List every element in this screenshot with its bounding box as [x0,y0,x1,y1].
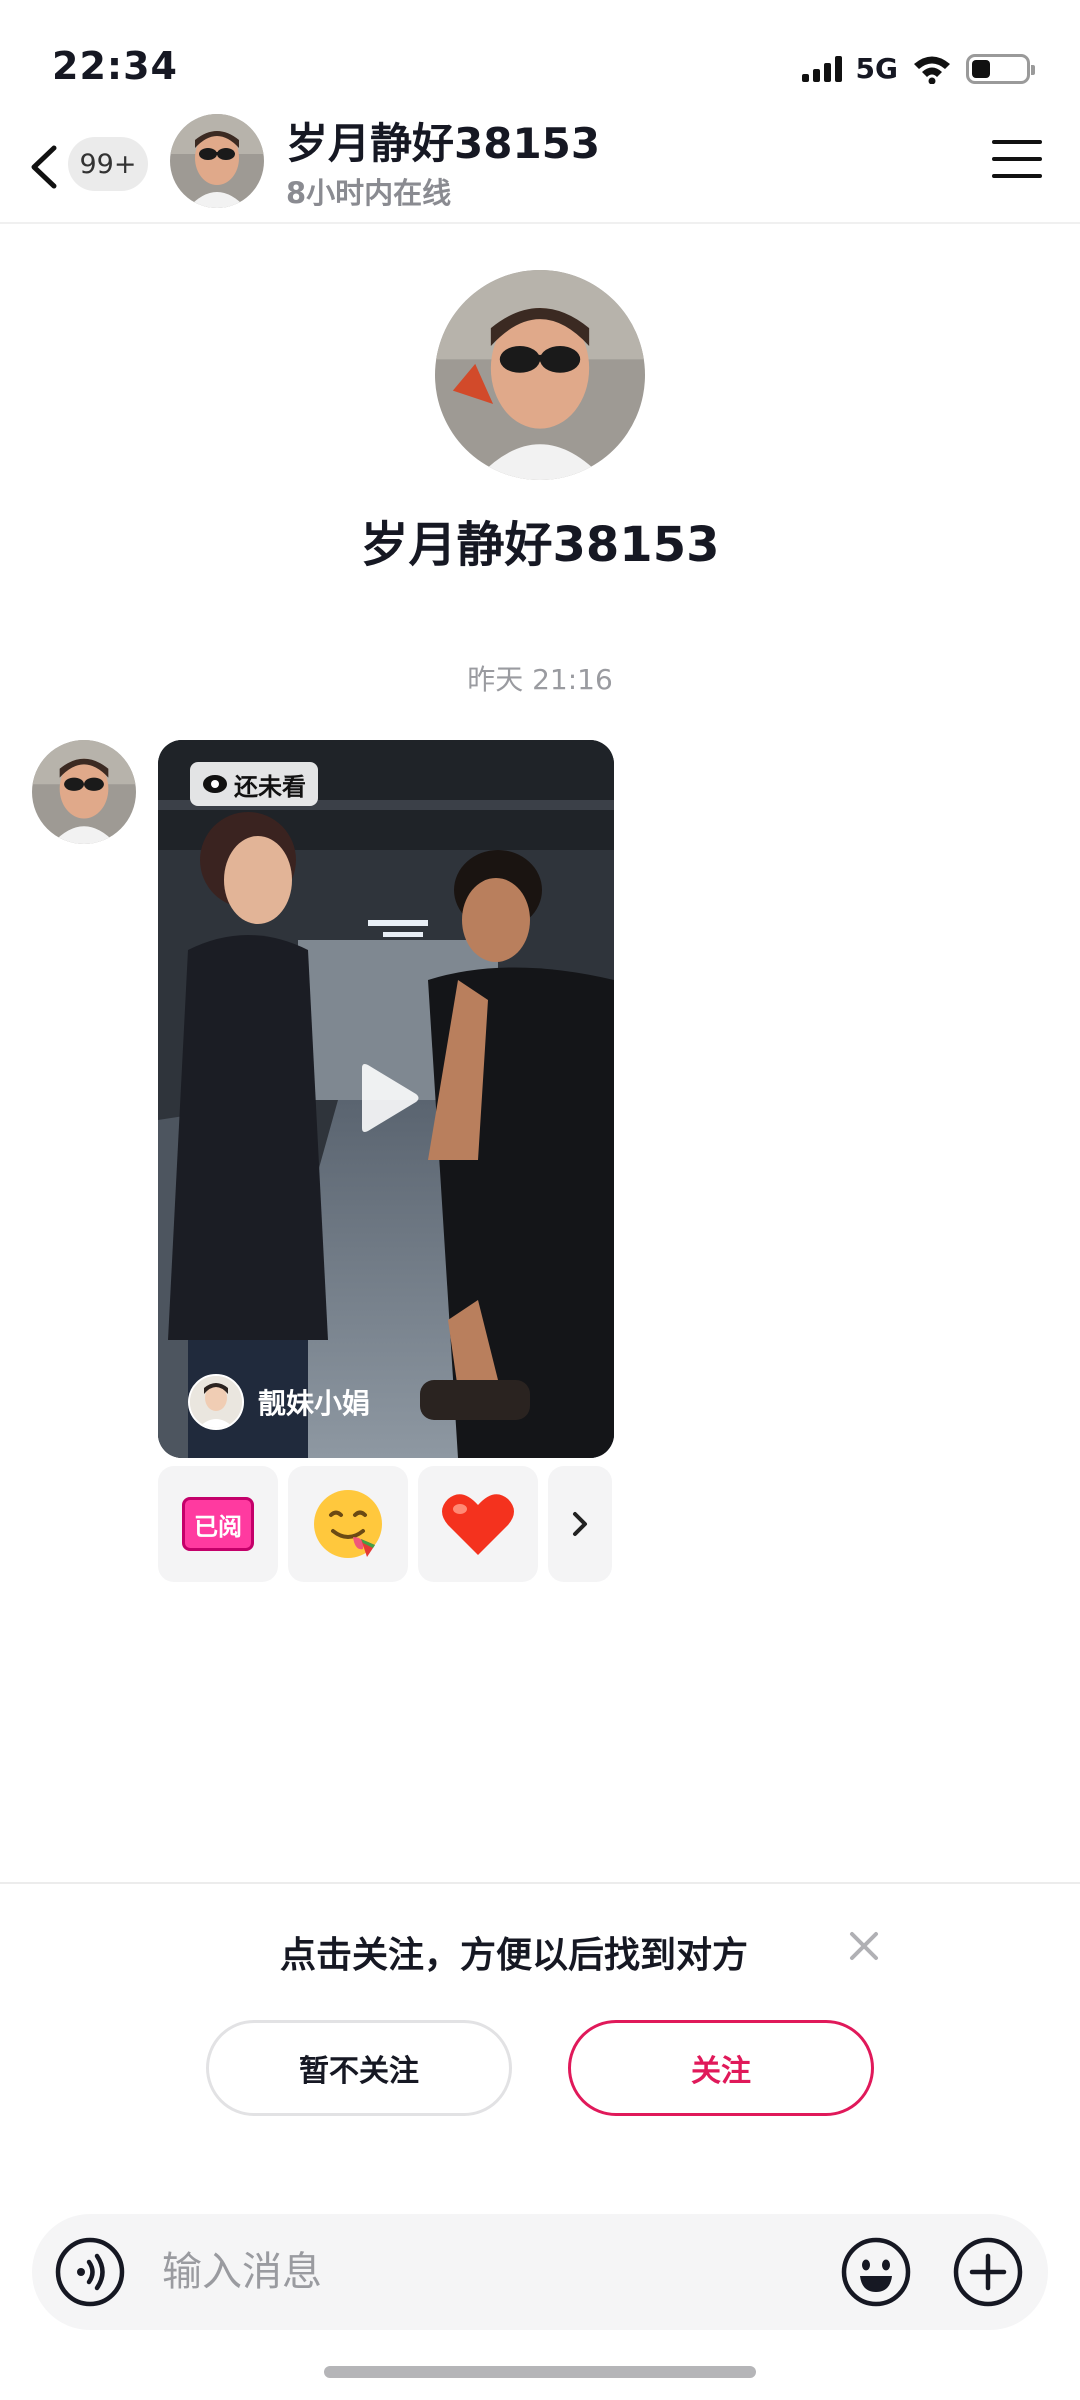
unread-count-badge[interactable]: 99+ [68,137,148,191]
unseen-tag: 还未看 [190,762,318,806]
online-status: 8小时内在线 [286,176,452,210]
follow-button[interactable]: 关注 [568,2020,874,2116]
unseen-label: 还未看 [234,772,306,801]
wifi-icon [914,56,950,84]
chevron-right-icon [573,1512,587,1536]
chevron-left-icon [31,145,57,189]
reaction-yummy[interactable] [288,1466,408,1582]
eye-icon [203,775,227,793]
follow-prompt-text: 点击关注，方便以后找到对方 [280,1935,749,1976]
read-stamp-icon: 已阅 [182,1497,254,1551]
reaction-heart[interactable] [418,1466,538,1582]
voice-input-icon[interactable] [54,2236,126,2308]
skip-follow-button[interactable]: 暂不关注 [206,2020,512,2116]
profile-name: 岁月静好38153 [360,517,720,573]
status-bar: 22:34 5G [0,0,1080,110]
battery-icon [966,53,1035,84]
chat-header: 99+ 岁月静好38153 8小时内在线 [0,110,1080,224]
follow-prompt-divider [0,1882,1080,1884]
message-timestamp: 昨天 21:16 [467,663,613,696]
hamburger-menu-icon [992,140,1042,178]
profile-avatar[interactable] [435,270,645,480]
status-time: 22:34 [52,44,178,88]
reaction-read[interactable]: 已阅 [158,1466,278,1582]
emoji-icon[interactable] [840,2236,912,2308]
contact-name: 岁月静好38153 [286,119,601,168]
message-input-bar [32,2214,1048,2330]
signal-icon [801,55,842,82]
author-name: 靓妹小娟 [258,1387,371,1420]
close-icon[interactable] [842,1924,886,1968]
contact-avatar[interactable] [170,114,264,208]
plus-icon[interactable] [952,2236,1024,2308]
yummy-face-emoji-icon [314,1490,382,1558]
back-button[interactable] [20,132,70,202]
sender-avatar[interactable] [32,740,136,844]
play-icon[interactable] [348,1060,424,1136]
quick-reactions: 已阅 [158,1466,612,1582]
home-indicator[interactable] [324,2366,756,2378]
red-heart-emoji-icon [442,1494,514,1555]
more-reactions-button[interactable] [548,1466,612,1582]
network-label: 5G [855,52,898,85]
author-avatar [188,1374,244,1430]
status-indicators: 5G [801,52,1035,85]
menu-button[interactable] [992,140,1042,180]
shared-video-card[interactable]: 还未看 靓妹小娟 [158,740,614,1458]
message-input[interactable] [162,2242,722,2302]
video-author: 靓妹小娟 [188,1374,370,1430]
battery-level [972,59,991,78]
